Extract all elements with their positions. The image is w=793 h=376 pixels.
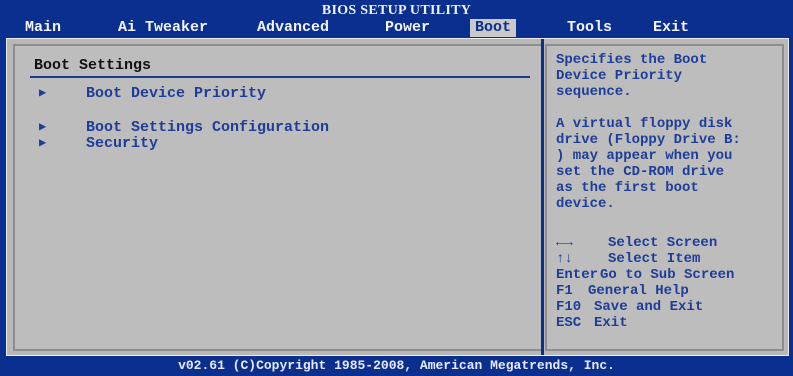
help-description: Specifies the Boot Device Priority seque… <box>556 52 780 100</box>
key-row: ←→ Select Screen <box>556 235 734 251</box>
left-settings-panel: Boot Settings ▶ Boot Device Priority ▶ B… <box>13 44 543 351</box>
help-note: A virtual floppy disk drive (Floppy Driv… <box>556 116 780 212</box>
security-label: Security <box>86 135 159 152</box>
boot-device-priority-item[interactable]: ▶ Boot Device Priority <box>39 86 266 102</box>
key-row: F1 General Help <box>556 283 734 299</box>
help-note-line: drive (Floppy Drive B: <box>556 132 741 148</box>
panel-separator <box>541 39 544 355</box>
key-row: ↑↓ Select Item <box>556 251 734 267</box>
boot-settings-configuration-item[interactable]: ▶ Boot Settings Configuration <box>39 120 329 136</box>
menu-tab-ai-tweaker[interactable]: Ai Tweaker <box>113 19 213 37</box>
help-line: Device Priority <box>556 68 683 84</box>
f10-key-label: F10 <box>556 299 582 315</box>
key-row: ESC Exit <box>556 315 734 331</box>
menu-tab-exit[interactable]: Exit <box>648 19 694 37</box>
security-item[interactable]: ▶ Security <box>39 136 158 152</box>
menu-tab-power[interactable]: Power <box>380 19 435 37</box>
section-divider <box>30 76 530 78</box>
menu-tab-boot[interactable]: Boot <box>470 19 517 37</box>
key-row: Enter Go to Sub Screen <box>556 267 734 283</box>
help-line: Specifies the Boot <box>556 52 708 68</box>
key-description: General Help <box>588 283 689 299</box>
help-note-line: A virtual floppy disk <box>556 116 733 132</box>
boot-settings-configuration-label: Boot Settings Configuration <box>86 119 330 136</box>
enter-key-label: Enter <box>556 267 599 283</box>
help-text: Specifies the Boot Device Priority seque… <box>556 52 780 212</box>
help-note-line: set the CD-ROM drive <box>556 164 725 180</box>
bios-topbar: BIOS SETUP UTILITY Main Ai Tweaker Advan… <box>0 0 793 38</box>
menu-tab-advanced[interactable]: Advanced <box>252 19 334 37</box>
key-description: Exit <box>594 315 628 331</box>
key-description: Select Screen <box>608 235 718 251</box>
submenu-arrow-icon: ▶ <box>39 136 47 150</box>
menu-tab-main[interactable]: Main <box>20 19 66 37</box>
boot-device-priority-label: Boot Device Priority <box>86 85 267 102</box>
help-note-line: ) may appear when you <box>556 148 733 164</box>
help-line: sequence. <box>556 84 632 100</box>
up-down-arrows-icon: ↑↓ <box>556 251 573 267</box>
submenu-arrow-icon: ▶ <box>39 120 47 134</box>
help-note-line: as the first boot <box>556 180 699 196</box>
key-description: Select Item <box>608 251 701 267</box>
key-row: F10 Save and Exit <box>556 299 734 315</box>
help-panel: Specifies the Boot Device Priority seque… <box>545 44 784 351</box>
section-title: Boot Settings <box>34 57 152 74</box>
copyright-footer: v02.61 (C)Copyright 1985-2008, American … <box>0 356 793 376</box>
menu-tab-tools[interactable]: Tools <box>562 19 617 37</box>
help-note-line: device. <box>556 196 615 212</box>
submenu-arrow-icon: ▶ <box>39 86 47 100</box>
top-menu: Main Ai Tweaker Advanced Power Boot Tool… <box>0 18 793 38</box>
left-right-arrows-icon: ←→ <box>556 235 573 251</box>
key-description: Save and Exit <box>594 299 704 315</box>
key-description: Go to Sub Screen <box>600 267 735 283</box>
esc-key-label: ESC <box>556 315 582 331</box>
main-content-area: Boot Settings ▶ Boot Device Priority ▶ B… <box>6 38 789 356</box>
window-title: BIOS SETUP UTILITY <box>321 3 472 18</box>
f1-key-label: F1 <box>556 283 573 299</box>
key-legend: ←→ Select Screen ↑↓ Select Item Enter Go… <box>556 235 734 331</box>
